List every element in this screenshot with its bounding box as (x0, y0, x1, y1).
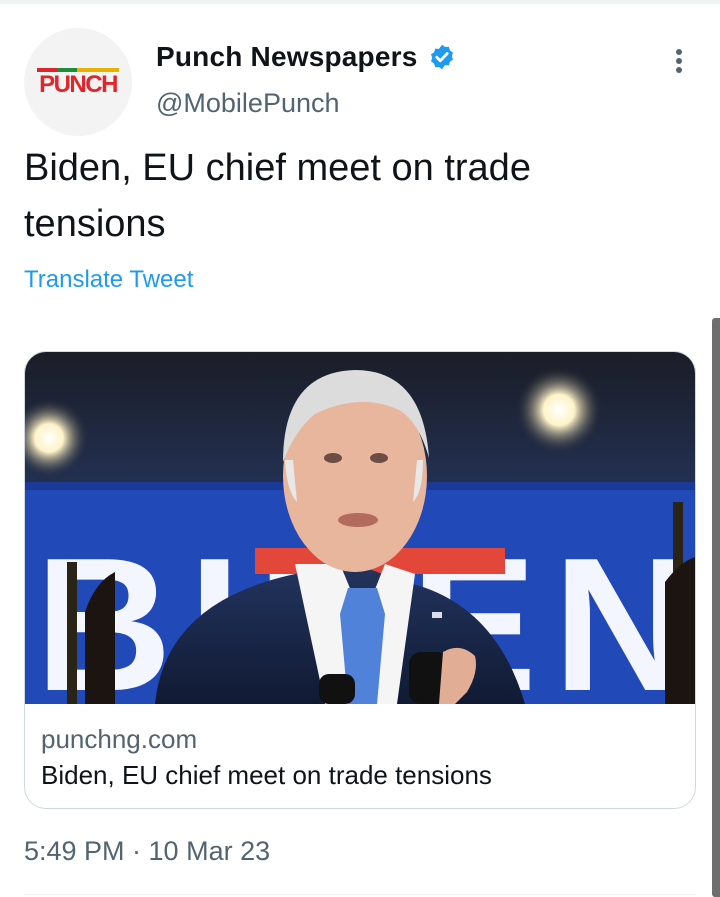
card-title: Biden, EU chief meet on trade tensions (41, 760, 492, 790)
avatar[interactable]: PUNCH (24, 28, 132, 136)
verified-badge-icon (428, 43, 456, 71)
top-divider (0, 0, 720, 4)
avatar-logo-text: PUNCH (39, 71, 117, 98)
card-domain: punchng.com (41, 724, 198, 754)
bottom-divider (24, 894, 696, 895)
card-image[interactable]: BIDEN (25, 352, 695, 704)
tweet-text: Biden, EU chief meet on trade tensions (24, 147, 531, 245)
author-name-row[interactable]: Punch Newspapers (156, 41, 456, 73)
scrollbar[interactable] (712, 318, 720, 897)
link-preview-card[interactable]: BIDEN punchng.com Biden, EU chief meet o… (24, 351, 696, 809)
tweet-timestamp[interactable]: 5:49 PM · 10 Mar 23 (24, 836, 270, 867)
translate-tweet-link[interactable]: Translate Tweet (24, 266, 193, 294)
author-name[interactable]: Punch Newspapers (156, 41, 418, 73)
author-handle[interactable]: @MobilePunch (156, 88, 340, 119)
more-options-icon[interactable] (666, 44, 692, 80)
